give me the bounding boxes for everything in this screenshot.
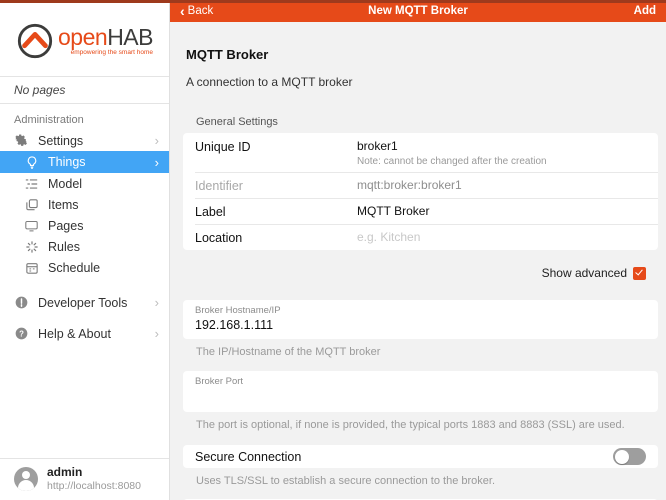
unique-id-label: Unique ID — [195, 139, 357, 154]
unique-id-row[interactable]: Unique ID broker1 Note: cannot be change… — [183, 133, 658, 172]
navbar: New MQTT Broker ‹ Back Add — [170, 0, 666, 22]
location-row[interactable]: Location e.g. Kitchen — [183, 224, 658, 250]
show-advanced-label: Show advanced — [542, 266, 627, 280]
top-accent-strip — [0, 0, 666, 3]
chevron-left-icon: ‹ — [180, 4, 185, 18]
form-page: MQTT Broker A connection to a MQTT broke… — [170, 22, 666, 500]
gear-icon — [14, 133, 29, 148]
secure-connection-card: Secure Connection — [183, 445, 658, 468]
svg-text:?: ? — [19, 329, 24, 338]
label-field-label: Label — [195, 204, 357, 219]
sidebar-item-label: Items — [48, 198, 159, 212]
sidebar-item-things[interactable]: Things › — [0, 151, 169, 173]
developer-tools-icon — [14, 295, 29, 310]
user-server-url: http://localhost:8080 — [47, 480, 141, 492]
sidebar-item-label: Settings — [38, 134, 155, 148]
chevron-right-icon: › — [155, 156, 159, 169]
secure-connection-help: Uses TLS/SSL to establish a secure conne… — [196, 475, 658, 487]
sidebar-item-developer-tools[interactable]: Developer Tools › — [0, 292, 169, 313]
openhab-logo: openHAB empowering the smart home — [0, 0, 169, 76]
sidebar-item-label: Schedule — [48, 261, 159, 275]
broker-hostname-help: The IP/Hostname of the MQTT broker — [196, 346, 658, 358]
sidebar-item-schedule[interactable]: Schedule — [0, 257, 169, 278]
logo-tagline: empowering the smart home — [58, 49, 153, 56]
secure-connection-label: Secure Connection — [195, 450, 613, 464]
unique-id-input[interactable]: broker1 — [357, 139, 646, 153]
broker-port-label: Broker Port — [195, 376, 646, 387]
identifier-label: Identifier — [195, 178, 357, 193]
lightbulb-icon — [24, 155, 39, 170]
model-tree-icon — [24, 176, 39, 191]
sidebar: openHAB empowering the smart home No pag… — [0, 0, 170, 500]
sidebar-menu: Settings › Things › Model It — [0, 130, 169, 278]
sparkle-icon — [24, 239, 39, 254]
monitor-icon — [24, 218, 39, 233]
show-advanced-row: Show advanced — [170, 266, 646, 280]
user-name: admin — [47, 466, 141, 480]
secure-connection-toggle[interactable] — [613, 448, 646, 465]
sidebar-item-label: Pages — [48, 219, 159, 233]
administration-section-label: Administration — [0, 104, 169, 130]
sidebar-item-model[interactable]: Model — [0, 173, 169, 194]
openhab-wordmark: openHAB — [58, 26, 153, 48]
sidebar-item-settings[interactable]: Settings › — [0, 130, 169, 151]
general-settings-label: General Settings — [196, 116, 666, 128]
chevron-right-icon: › — [155, 134, 159, 147]
label-input[interactable]: MQTT Broker — [357, 204, 646, 218]
sidebar-item-rules[interactable]: Rules — [0, 236, 169, 257]
sidebar-item-label: Help & About — [38, 327, 155, 341]
page-title: New MQTT Broker — [170, 5, 666, 17]
app-window: openHAB empowering the smart home No pag… — [0, 0, 666, 500]
add-button[interactable]: Add — [634, 5, 656, 17]
sidebar-item-label: Things — [48, 155, 155, 169]
main-panel: New MQTT Broker ‹ Back Add MQTT Broker A… — [170, 0, 666, 500]
openhab-logo-mark-icon — [16, 22, 54, 60]
sidebar-item-pages[interactable]: Pages — [0, 215, 169, 236]
no-pages-label: No pages — [0, 76, 169, 104]
broker-port-card[interactable]: Broker Port — [183, 371, 658, 412]
calendar-icon — [24, 260, 39, 275]
avatar — [14, 467, 38, 491]
help-question-icon: ? — [14, 326, 29, 341]
broker-hostname-input[interactable]: 192.168.1.111 — [195, 318, 646, 333]
checkmark-icon — [635, 268, 643, 276]
sidebar-item-label: Developer Tools — [38, 296, 155, 310]
sidebar-item-label: Rules — [48, 240, 159, 254]
sidebar-item-items[interactable]: Items — [0, 194, 169, 215]
identifier-value: mqtt:broker:broker1 — [357, 178, 646, 192]
general-settings-card: Unique ID broker1 Note: cannot be change… — [183, 133, 658, 250]
location-input[interactable]: e.g. Kitchen — [357, 230, 646, 244]
broker-port-input[interactable] — [195, 389, 646, 406]
sidebar-item-help-about[interactable]: ? Help & About › — [0, 323, 169, 344]
back-button[interactable]: ‹ Back — [180, 4, 213, 18]
chevron-right-icon: › — [155, 327, 159, 340]
thing-type-description: A connection to a MQTT broker — [186, 75, 666, 89]
chevron-right-icon: › — [155, 296, 159, 309]
broker-hostname-card[interactable]: Broker Hostname/IP 192.168.1.111 — [183, 300, 658, 339]
toggle-knob — [615, 450, 629, 464]
copy-pages-icon — [24, 197, 39, 212]
broker-port-help: The port is optional, if none is provide… — [196, 419, 658, 431]
broker-hostname-label: Broker Hostname/IP — [195, 305, 646, 316]
identifier-row: Identifier mqtt:broker:broker1 — [183, 172, 658, 198]
user-account-row[interactable]: admin http://localhost:8080 — [0, 458, 169, 500]
show-advanced-checkbox[interactable] — [633, 267, 646, 280]
location-label: Location — [195, 230, 357, 245]
thing-type-title: MQTT Broker — [186, 47, 666, 62]
label-row[interactable]: Label MQTT Broker — [183, 198, 658, 224]
sidebar-item-label: Model — [48, 177, 159, 191]
unique-id-note: Note: cannot be changed after the creati… — [357, 156, 646, 167]
